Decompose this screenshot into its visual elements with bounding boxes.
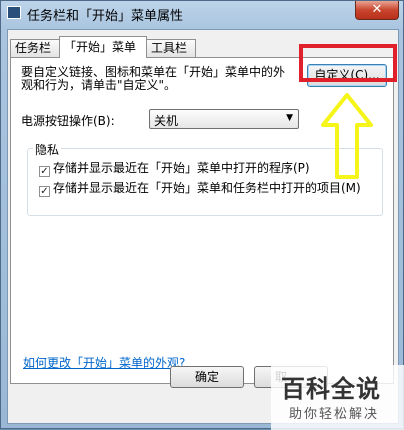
privacy-option-items[interactable]: ✓ 存储并显示最近在「开始」菜单和任务栏中打开的项目(M) xyxy=(39,179,361,197)
checkbox-items[interactable]: ✓ xyxy=(39,186,50,197)
close-button[interactable]: ✕ xyxy=(355,1,399,20)
tab-start-menu[interactable]: 「开始」菜单 xyxy=(59,36,147,58)
privacy-group-title: 隐私 xyxy=(33,141,62,158)
privacy-option-programs[interactable]: ✓ 存储并显示最近在「开始」菜单中打开的程序(P) xyxy=(39,159,310,177)
tab-taskbar[interactable]: 任务栏 xyxy=(10,39,60,57)
annotation-highlight-box xyxy=(299,44,397,82)
tab-toolbars[interactable]: 工具栏 xyxy=(146,39,196,57)
help-link[interactable]: 如何更改「开始」菜单的外观? xyxy=(23,354,185,371)
watermark: 百科全说 助你轻松解决 xyxy=(271,365,404,430)
customize-description: 要自定义链接、图标和菜单在「开始」菜单中的外观和行为，请单击"自定义"。 xyxy=(21,65,286,92)
power-button-label: 电源按钮操作(B): xyxy=(21,114,115,128)
power-action-select[interactable]: 关机 ▼ xyxy=(149,109,299,129)
power-action-value: 关机 xyxy=(154,114,179,128)
chevron-down-icon: ▼ xyxy=(286,113,293,123)
window-title: 任务栏和「开始」菜单属性 xyxy=(27,9,184,24)
privacy-option-items-label: 存储并显示最近在「开始」菜单和任务栏中打开的项目(M) xyxy=(53,181,361,195)
watermark-subtitle: 助你轻松解决 xyxy=(289,407,380,422)
privacy-option-programs-label: 存储并显示最近在「开始」菜单中打开的程序(P) xyxy=(53,161,310,175)
watermark-title: 百科全说 xyxy=(281,375,381,403)
ok-button[interactable]: 确定 xyxy=(170,366,244,388)
title-bar[interactable]: 任务栏和「开始」菜单属性 ✕ xyxy=(1,1,403,25)
taskbar-app-icon xyxy=(7,6,21,19)
properties-window: 任务栏和「开始」菜单属性 ✕ 任务栏 「开始」菜单 工具栏 要自定义链接、图标和… xyxy=(0,0,404,430)
annotation-up-arrow-icon xyxy=(321,93,373,179)
checkbox-programs[interactable]: ✓ xyxy=(39,166,50,177)
